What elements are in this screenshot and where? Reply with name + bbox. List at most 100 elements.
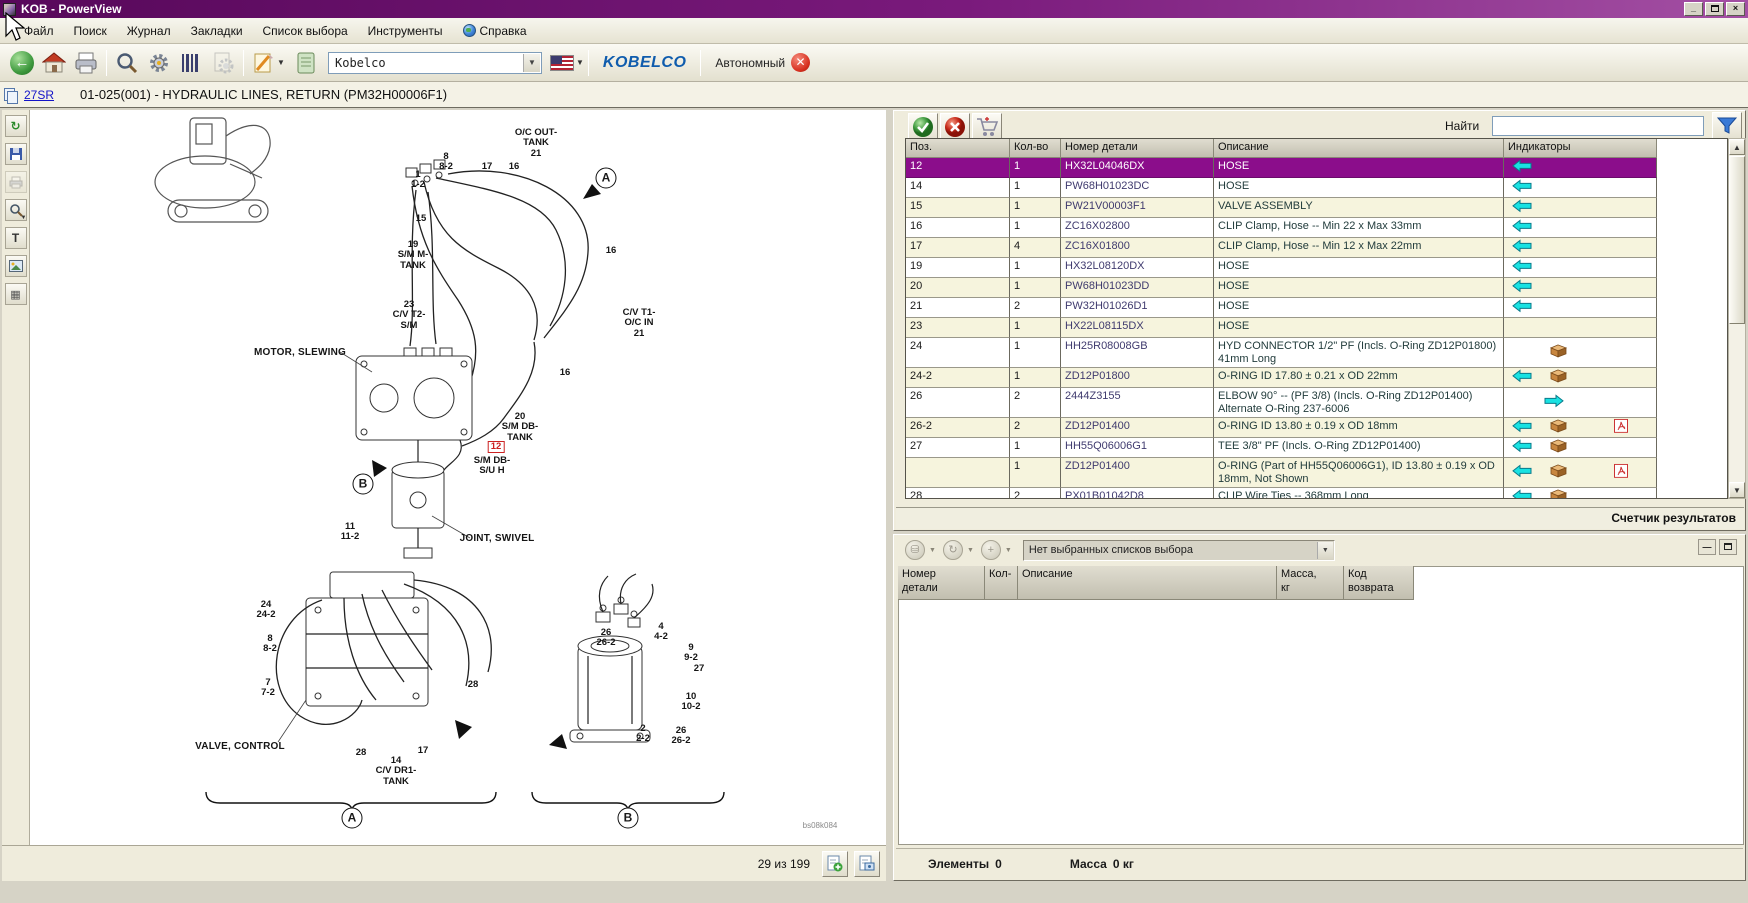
find-input[interactable] (1492, 116, 1704, 136)
qty-cell: 1 (1010, 278, 1061, 298)
parts-table-row[interactable]: 271HH55Q06006G1TEE 3/8" PF (Incls. O-Rin… (906, 438, 1657, 458)
barcode-button[interactable] (175, 48, 207, 78)
pager-icon-button-2[interactable] (854, 851, 880, 877)
diagram-callout: 14 C/V DR1- TANK (376, 756, 417, 787)
parts-table-row[interactable]: 201PW68H01023DDHOSE (906, 278, 1657, 298)
chevron-down-icon[interactable]: ▼ (1317, 542, 1333, 559)
parts-table-row[interactable]: 191HX32L08120DXHOSE (906, 258, 1657, 278)
description-cell: O-RING ID 17.80 ± 0.21 x OD 22mm (1214, 368, 1504, 388)
menu-item-поиск[interactable]: Поиск (64, 21, 117, 41)
parts-table-row[interactable]: 121HX32L04046DXHOSE (906, 158, 1657, 178)
scrollbar-thumb[interactable] (1729, 156, 1745, 324)
text-tool-button[interactable]: T (5, 227, 27, 249)
selection-list-select[interactable]: Нет выбранных списков выбора ▼ (1023, 540, 1335, 561)
indicators-cell (1504, 238, 1657, 258)
parts-table-row[interactable]: 2622444Z3155ELBOW 90° -- (PF 3/8) (Incls… (906, 388, 1657, 418)
parts-table-row[interactable]: 1ZD12P01400O-RING (Part of HH55Q06006G1)… (906, 458, 1657, 488)
print-button[interactable] (70, 48, 102, 78)
diagram-canvas[interactable]: O/C OUT- TANK 218 8-217161 1-21519 S/M M… (30, 110, 886, 845)
offline-icon[interactable]: ✕ (791, 53, 810, 72)
notes-button[interactable] (290, 48, 322, 78)
selection-db-button[interactable]: ⛁ (905, 540, 925, 560)
menu-item-список-выбора[interactable]: Список выбора (253, 21, 358, 41)
cancel-button[interactable] (940, 113, 970, 141)
menu-item-инструменты[interactable]: Инструменты (358, 21, 453, 41)
scroll-down-icon[interactable]: ▼ (1729, 482, 1745, 498)
indicator-arrow-left-icon (1512, 179, 1532, 196)
maximize-icon (1711, 5, 1719, 12)
chevron-down-icon[interactable]: ▼ (523, 54, 540, 72)
flag-us-icon[interactable] (550, 55, 574, 71)
pager-icon-button-1[interactable] (822, 851, 848, 877)
chevron-down-icon[interactable]: ▼ (1005, 547, 1012, 554)
parts-table-scrollbar[interactable]: ▲ ▼ (1728, 138, 1746, 499)
chevron-down-icon: ▼ (21, 215, 27, 221)
part-number-cell: PW68H01023DD (1061, 278, 1214, 298)
close-button[interactable]: × (1726, 2, 1745, 16)
qty-cell: 1 (1010, 338, 1061, 368)
menu-item-справка[interactable]: Справка (453, 21, 537, 41)
home-button[interactable] (38, 48, 70, 78)
refresh-view-button[interactable]: ↻ (5, 115, 27, 137)
chevron-down-icon[interactable]: ▼ (929, 547, 936, 554)
brand-select-value: Kobelco (329, 56, 386, 70)
edit-list-button[interactable]: ▼ (248, 48, 290, 78)
search-button[interactable] (111, 48, 143, 78)
parts-table-row[interactable]: 231HX22L08115DXHOSE (906, 318, 1657, 338)
filter-button[interactable] (1712, 112, 1742, 140)
back-button[interactable]: ← (6, 48, 38, 78)
column-header[interactable]: Кол- (985, 566, 1018, 600)
scroll-up-icon[interactable]: ▲ (1729, 139, 1745, 155)
parts-table-row[interactable]: 174ZC16X01800CLIP Clamp, Hose -- Min 12 … (906, 238, 1657, 258)
save-image-button[interactable] (5, 143, 27, 165)
column-header[interactable]: Описание (1018, 566, 1277, 600)
confirm-button[interactable] (908, 113, 938, 141)
parts-table-row[interactable]: 241HH25R08008GBHYD CONNECTOR 1/2" PF (In… (906, 338, 1657, 368)
print-image-button[interactable] (5, 171, 27, 193)
view-marker-a: A (342, 808, 363, 829)
minimize-button[interactable]: _ (1684, 2, 1703, 16)
parts-table-row[interactable]: 24-21ZD12P01800O-RING ID 17.80 ± 0.21 x … (906, 368, 1657, 388)
column-header[interactable]: Индикаторы (1504, 139, 1657, 158)
parts-table-row[interactable]: 212PW32H01026D1HOSE (906, 298, 1657, 318)
diagram-callout: 28 (468, 680, 479, 690)
brand-select[interactable]: Kobelco ▼ (328, 52, 542, 74)
indicators-cell (1504, 438, 1657, 458)
parts-table-row[interactable]: 26-22ZD12P01400O-RING ID 13.80 ± 0.19 x … (906, 418, 1657, 438)
column-header[interactable]: Код возврата (1344, 566, 1414, 600)
add-to-cart-button[interactable] (972, 113, 1002, 141)
grid-tool-button[interactable]: ▦ (5, 283, 27, 305)
column-header[interactable]: Масса, кг (1277, 566, 1344, 600)
column-header[interactable]: Описание (1214, 139, 1504, 158)
column-header[interactable]: Кол-во (1010, 139, 1061, 158)
description-cell: CLIP Wire Ties -- 368mm Long (1214, 488, 1504, 499)
chevron-down-icon[interactable]: ▼ (576, 58, 584, 67)
column-header[interactable]: Номер детали (898, 566, 985, 600)
globe-icon (463, 24, 476, 37)
pos-cell: 19 (906, 258, 1010, 278)
column-header[interactable]: Поз. (906, 139, 1010, 158)
report-gear-icon (212, 52, 234, 74)
column-header[interactable]: Номер детали (1061, 139, 1214, 158)
menu-item-журнал[interactable]: Журнал (117, 21, 181, 41)
indicator-arrow-right-icon (1544, 394, 1564, 411)
parts-table-row[interactable]: 282PX01B01042D8CLIP Wire Ties -- 368mm L… (906, 488, 1657, 499)
report-button[interactable] (207, 48, 239, 78)
parts-table-row[interactable]: 151PW21V00003F1VALVE ASSEMBLY (906, 198, 1657, 218)
parts-table-row[interactable]: 141PW68H01023DCHOSE (906, 178, 1657, 198)
title-bar[interactable]: KOB - PowerView _ × (0, 0, 1748, 18)
settings-button[interactable] (143, 48, 175, 78)
model-link[interactable]: 27SR (24, 88, 54, 102)
zoom-tool-button[interactable]: ▼ (5, 199, 27, 221)
panel-restore-button[interactable] (1719, 539, 1737, 555)
selection-add-button[interactable]: + (981, 540, 1001, 560)
menu-item-закладки[interactable]: Закладки (181, 21, 253, 41)
maximize-button[interactable] (1705, 2, 1724, 16)
image-tool-button[interactable] (5, 255, 27, 277)
part-number-cell: 2444Z3155 (1061, 388, 1214, 418)
parts-table-row[interactable]: 161ZC16X02800CLIP Clamp, Hose -- Min 22 … (906, 218, 1657, 238)
panel-minimize-button[interactable]: — (1698, 539, 1716, 555)
selection-refresh-button[interactable]: ↻ (943, 540, 963, 560)
chevron-down-icon[interactable]: ▼ (967, 547, 974, 554)
notes-icon (296, 52, 316, 74)
